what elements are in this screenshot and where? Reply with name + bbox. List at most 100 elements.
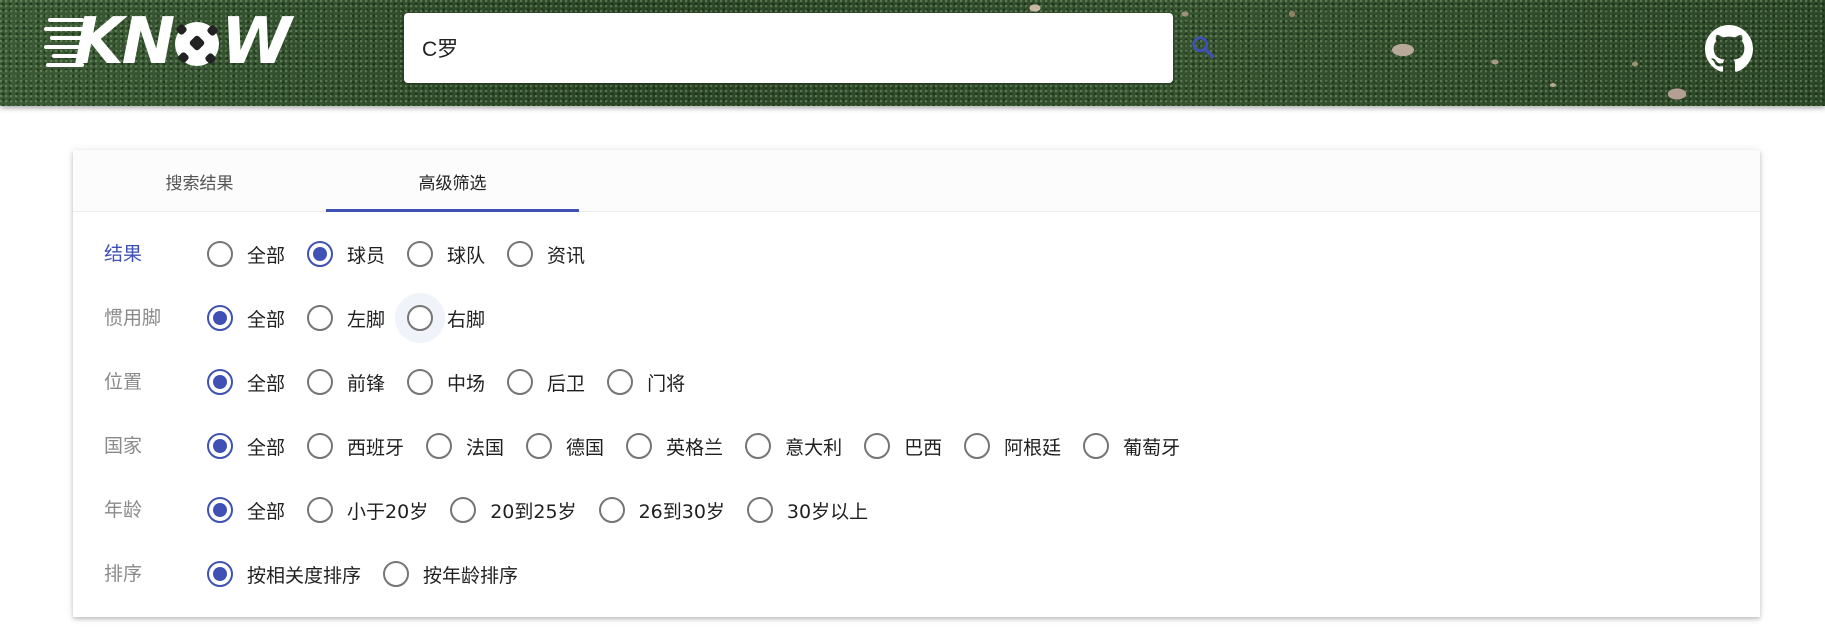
radio-option-country-england[interactable]: 英格兰 (626, 426, 723, 466)
radio-button[interactable] (607, 369, 634, 395)
radio-button[interactable] (407, 369, 434, 395)
filter-row-country: 国家 全部 西班牙 法国 德国 英格兰 意大利 巴西 阿根廷 葡萄牙 (73, 426, 1760, 466)
radio-option-label: 阿根廷 (1004, 436, 1062, 459)
radio-option-label: 西班牙 (347, 436, 405, 459)
radio-option-label: 德国 (566, 436, 605, 459)
radio-option-country-brazil[interactable]: 巴西 (864, 426, 942, 466)
filter-row-result: 结果 全部 球员 球队 资讯 (73, 234, 1760, 274)
radio-option-foot-right[interactable]: 右脚 (407, 298, 485, 338)
radio-option-label: 前锋 (347, 372, 386, 395)
logo-text: KN W (74, 5, 292, 79)
radio-option-position-defender[interactable]: 后卫 (507, 362, 585, 402)
radio-option-label: 中场 (447, 372, 486, 395)
radio-button[interactable] (526, 433, 553, 459)
radio-option-result-player[interactable]: 球员 (307, 234, 385, 274)
radio-option-label: 按年龄排序 (423, 564, 519, 587)
radio-option-label: 26到30岁 (638, 500, 725, 523)
radio-button[interactable] (207, 561, 233, 587)
radio-button[interactable] (626, 433, 653, 459)
radio-option-country-germany[interactable]: 德国 (526, 426, 604, 466)
radio-option-result-news[interactable]: 资讯 (507, 234, 585, 274)
radio-option-label: 全部 (247, 244, 286, 267)
radio-option-label: 资讯 (547, 244, 586, 267)
radio-option-label: 20到25岁 (490, 500, 577, 523)
filter-card: 搜索结果 高级筛选 结果 全部 球员 球队 资讯 惯用脚 全部 左脚 右脚 位置… (73, 150, 1760, 617)
radio-option-position-goalkeeper[interactable]: 门将 (607, 362, 685, 402)
radio-button[interactable] (864, 433, 891, 459)
radio-option-label: 30岁以上 (786, 500, 869, 523)
radio-option-age-20-25[interactable]: 20到25岁 (450, 490, 577, 530)
radio-option-age-under-20[interactable]: 小于20岁 (307, 490, 428, 530)
radio-button[interactable] (450, 497, 477, 523)
radio-option-position-midfield[interactable]: 中场 (407, 362, 485, 402)
radio-option-label: 右脚 (447, 308, 486, 331)
radio-option-country-france[interactable]: 法国 (426, 426, 504, 466)
tab-advanced-filter[interactable]: 高级筛选 (326, 150, 579, 212)
radio-option-label: 门将 (647, 372, 686, 395)
radio-option-result-all[interactable]: 全部 (207, 234, 285, 274)
radio-option-label: 后卫 (547, 372, 586, 395)
radio-option-result-team[interactable]: 球队 (407, 234, 485, 274)
filter-row-sort: 排序 按相关度排序 按年龄排序 (73, 554, 1760, 594)
radio-option-position-all[interactable]: 全部 (207, 362, 285, 402)
radio-option-age-26-30[interactable]: 26到30岁 (598, 490, 725, 530)
radio-option-country-argentina[interactable]: 阿根廷 (964, 426, 1061, 466)
tab-search-results[interactable]: 搜索结果 (73, 150, 326, 212)
radio-option-label: 球员 (347, 244, 386, 267)
radio-button[interactable] (307, 241, 334, 267)
radio-option-sort-relevance[interactable]: 按相关度排序 (207, 554, 361, 594)
radio-button[interactable] (207, 369, 233, 395)
radio-option-label: 英格兰 (666, 436, 724, 459)
radio-button[interactable] (307, 305, 334, 331)
radio-button[interactable] (1083, 433, 1110, 459)
search-input[interactable] (422, 13, 1152, 83)
radio-button[interactable] (507, 241, 534, 267)
radio-option-position-forward[interactable]: 前锋 (307, 362, 385, 402)
radio-option-country-all[interactable]: 全部 (207, 426, 285, 466)
radio-button[interactable] (307, 369, 334, 395)
radio-option-label: 小于20岁 (347, 500, 429, 523)
radio-button[interactable] (207, 497, 233, 523)
radio-option-age-all[interactable]: 全部 (207, 490, 285, 530)
radio-option-foot-all[interactable]: 全部 (207, 298, 285, 338)
radio-option-country-portugal[interactable]: 葡萄牙 (1083, 426, 1180, 466)
radio-option-label: 法国 (466, 436, 505, 459)
search-box[interactable] (404, 13, 1173, 83)
radio-option-sort-age[interactable]: 按年龄排序 (383, 554, 518, 594)
radio-button[interactable] (964, 433, 991, 459)
radio-option-label: 全部 (247, 372, 286, 395)
filter-label-position: 位置 (104, 371, 143, 393)
radio-option-foot-left[interactable]: 左脚 (307, 298, 385, 338)
radio-button[interactable] (207, 241, 233, 267)
tab-bar: 搜索结果 高级筛选 (73, 150, 1760, 212)
filter-row-age: 年龄 全部 小于20岁 20到25岁 26到30岁 30岁以上 (73, 490, 1760, 530)
radio-button[interactable] (307, 497, 334, 523)
radio-button[interactable] (746, 497, 773, 523)
radio-option-label: 巴西 (904, 436, 943, 459)
filter-label-result: 结果 (104, 243, 143, 265)
radio-button[interactable] (383, 561, 410, 587)
soccer-ball-icon (175, 22, 220, 66)
github-icon[interactable] (1705, 25, 1753, 73)
radio-button[interactable] (598, 497, 625, 523)
logo-letter-w: W (221, 5, 292, 79)
radio-button[interactable] (407, 305, 434, 331)
radio-option-label: 全部 (247, 436, 286, 459)
radio-button[interactable] (207, 433, 233, 459)
filter-label-country: 国家 (104, 435, 143, 457)
radio-button[interactable] (207, 305, 233, 331)
radio-option-age-over-30[interactable]: 30岁以上 (746, 490, 869, 530)
radio-option-country-spain[interactable]: 西班牙 (307, 426, 404, 466)
radio-button[interactable] (307, 433, 334, 459)
filter-label-sort: 排序 (104, 563, 143, 585)
radio-button[interactable] (507, 369, 534, 395)
radio-button[interactable] (407, 241, 434, 267)
app-header: KN W (0, 0, 1825, 106)
radio-button[interactable] (426, 433, 453, 459)
search-icon[interactable] (1190, 34, 1216, 60)
know-logo[interactable]: KN W (44, 8, 326, 76)
filter-row-position: 位置 全部 前锋 中场 后卫 门将 (73, 362, 1760, 402)
radio-button[interactable] (745, 433, 772, 459)
radio-option-label: 葡萄牙 (1123, 436, 1181, 459)
radio-option-country-italy[interactable]: 意大利 (745, 426, 842, 466)
